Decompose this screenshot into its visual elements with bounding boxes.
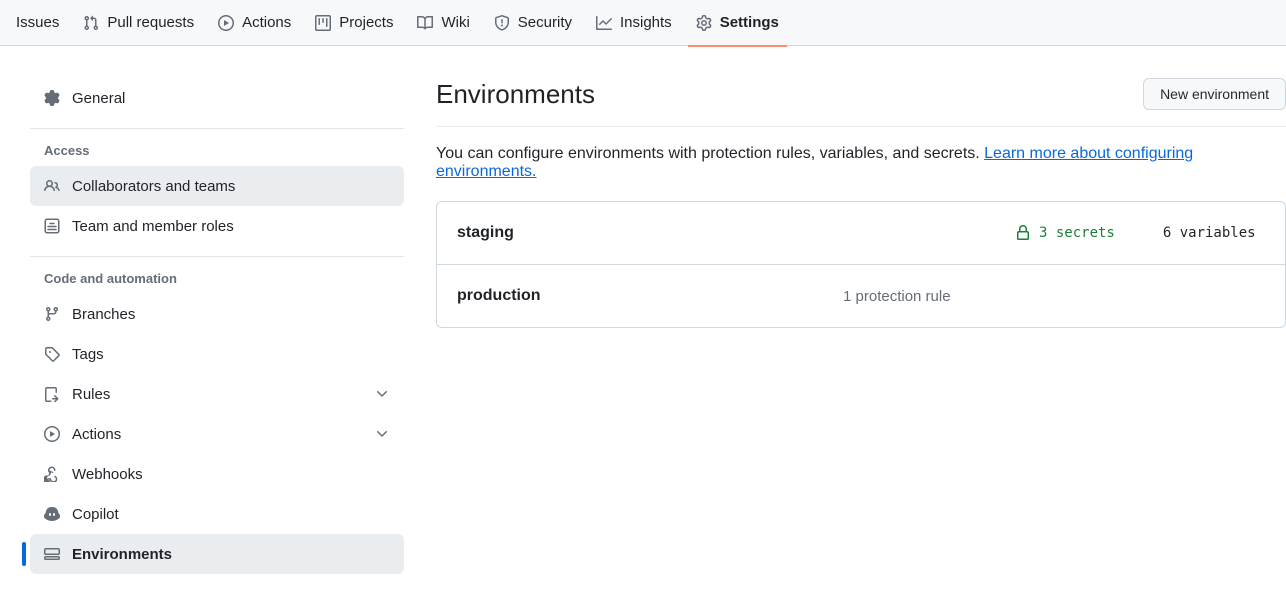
secrets-text: 3 secrets [1039, 225, 1115, 241]
sidebar-label: General [72, 90, 125, 107]
tag-icon [44, 346, 60, 362]
branch-icon [44, 306, 60, 322]
new-environment-button[interactable]: New environment [1143, 78, 1286, 110]
nav-security[interactable]: Security [486, 0, 580, 46]
project-icon [315, 15, 331, 31]
people-icon [44, 178, 60, 194]
sidebar-label: Rules [72, 386, 110, 403]
sidebar-label: Copilot [72, 506, 119, 523]
sidebar-label: Environments [72, 546, 172, 563]
description-text: You can configure environments with prot… [436, 145, 984, 162]
play-circle-icon [218, 15, 234, 31]
environment-meta: 1 protection rule [843, 288, 951, 305]
environment-row[interactable]: production 1 protection rule [437, 265, 1285, 327]
id-badge-icon [44, 218, 60, 234]
nav-label: Actions [242, 14, 291, 31]
sidebar-label: Actions [72, 426, 121, 443]
settings-sidebar: General Access Collaborators and teams T… [0, 78, 416, 574]
environment-name: production [457, 287, 817, 305]
sidebar-label: Collaborators and teams [72, 178, 235, 195]
section-title-code: Code and automation [30, 271, 404, 286]
sidebar-item-actions[interactable]: Actions [30, 414, 404, 454]
divider [30, 256, 404, 257]
book-icon [417, 15, 433, 31]
sidebar-item-copilot[interactable]: Copilot [30, 494, 404, 534]
chevron-down-icon [374, 386, 390, 402]
nav-label: Insights [620, 14, 672, 31]
nav-actions[interactable]: Actions [210, 0, 299, 46]
divider [30, 128, 404, 129]
protection-rules-count: 1 protection rule [843, 288, 951, 305]
nav-issues[interactable]: Issues [8, 0, 67, 46]
main-content: Environments New environment You can con… [416, 78, 1286, 574]
sidebar-label: Team and member roles [72, 218, 234, 235]
sidebar-item-collaborators[interactable]: Collaborators and teams [30, 166, 404, 206]
sidebar-item-environments[interactable]: Environments [30, 534, 404, 574]
nav-settings[interactable]: Settings [688, 0, 787, 46]
page-header: Environments New environment [436, 78, 1286, 127]
nav-pull-requests[interactable]: Pull requests [75, 0, 202, 46]
play-circle-icon [44, 426, 60, 442]
nav-label: Issues [16, 14, 59, 31]
shield-icon [494, 15, 510, 31]
variables-count: 6 variables [1163, 225, 1256, 241]
copilot-icon [44, 506, 60, 522]
sidebar-label: Branches [72, 306, 135, 323]
sidebar-item-branches[interactable]: Branches [30, 294, 404, 334]
nav-label: Projects [339, 14, 393, 31]
nav-projects[interactable]: Projects [307, 0, 401, 46]
environment-name: staging [457, 224, 817, 242]
environment-row[interactable]: staging 3 secrets 6 variables [437, 202, 1285, 265]
rules-icon [44, 386, 60, 402]
sidebar-item-tags[interactable]: Tags [30, 334, 404, 374]
graph-icon [596, 15, 612, 31]
nav-insights[interactable]: Insights [588, 0, 680, 46]
sidebar-item-rules[interactable]: Rules [30, 374, 404, 414]
sidebar-item-webhooks[interactable]: Webhooks [30, 454, 404, 494]
sidebar-item-team-roles[interactable]: Team and member roles [30, 206, 404, 246]
lock-icon [1015, 225, 1031, 241]
nav-label: Wiki [441, 14, 469, 31]
page-description: You can configure environments with prot… [436, 145, 1286, 181]
secrets-count: 3 secrets [1015, 225, 1115, 241]
sidebar-item-general[interactable]: General [30, 78, 404, 118]
gear-icon [44, 90, 60, 106]
nav-label: Security [518, 14, 572, 31]
nav-label: Settings [720, 14, 779, 31]
chevron-down-icon [374, 426, 390, 442]
sidebar-label: Tags [72, 346, 104, 363]
environments-list: staging 3 secrets 6 variables production… [436, 201, 1286, 328]
nav-label: Pull requests [107, 14, 194, 31]
webhook-icon [44, 466, 60, 482]
pull-request-icon [83, 15, 99, 31]
nav-wiki[interactable]: Wiki [409, 0, 477, 46]
environment-meta: 3 secrets 6 variables [1015, 225, 1256, 241]
repo-nav: Issues Pull requests Actions Projects Wi… [0, 0, 1286, 46]
section-title-access: Access [30, 143, 404, 158]
server-icon [44, 546, 60, 562]
page-title: Environments [436, 79, 595, 110]
gear-icon [696, 15, 712, 31]
sidebar-label: Webhooks [72, 466, 143, 483]
